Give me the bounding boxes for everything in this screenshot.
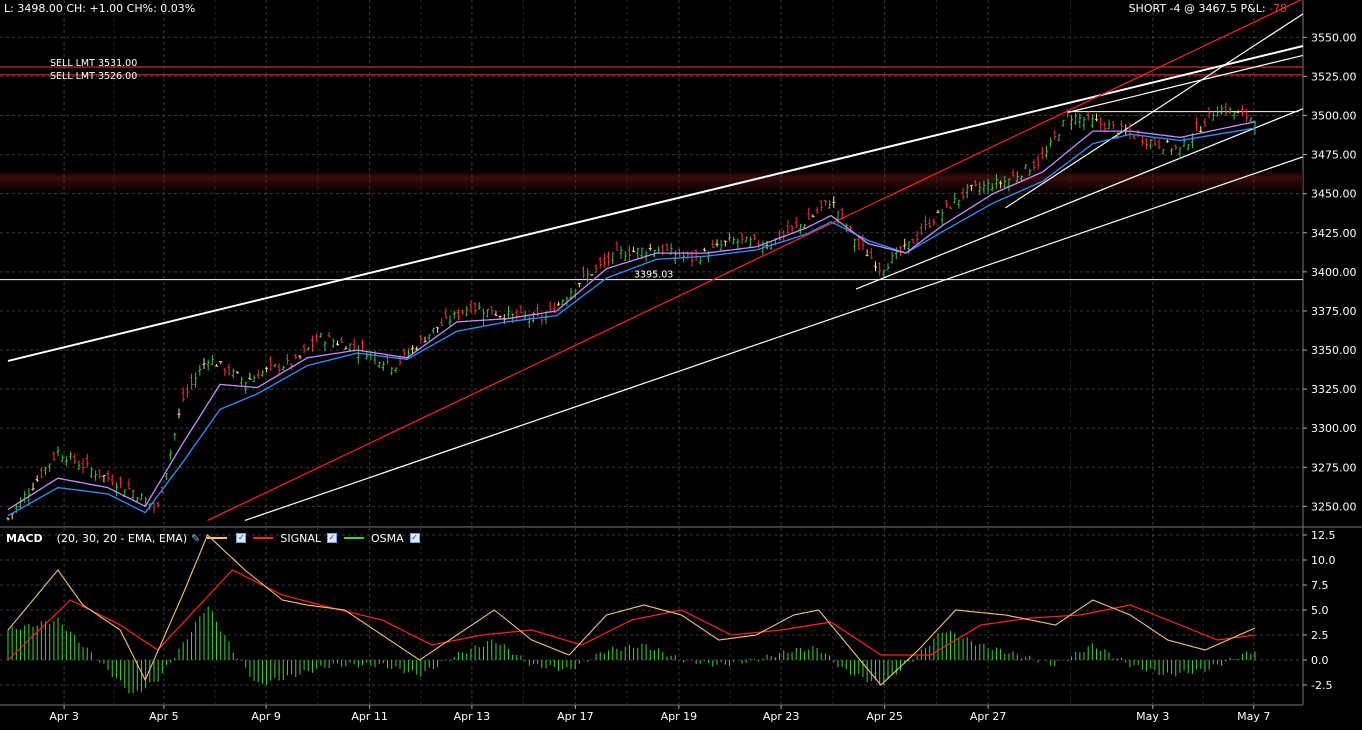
position-summary: SHORT -4 @ 3467.5 P&L: -78 (1129, 2, 1287, 15)
macd-panel (0, 530, 1303, 705)
time-tick-label: Apr 27 (970, 710, 1007, 723)
price-tick-label: 3275.00 (1311, 461, 1357, 474)
price-tick-label: 3250.00 (1311, 500, 1357, 513)
price-tick-label: 3550.00 (1311, 31, 1357, 44)
macd-tick-label: 2.5 (1311, 629, 1329, 642)
macd-swatch (207, 537, 228, 539)
price-tick-label: 3325.00 (1311, 383, 1357, 396)
macd-tick-label: 7.5 (1311, 579, 1329, 592)
time-tick-label: May 7 (1237, 710, 1270, 723)
time-tick-label: Apr 13 (454, 710, 491, 723)
price-tick-label: 3500.00 (1311, 109, 1357, 122)
time-tick-label: Apr 9 (251, 710, 281, 723)
pnl-value: -78 (1269, 2, 1287, 15)
osma-visible-checkbox[interactable]: ✓ (409, 533, 420, 543)
signal-visible-checkbox[interactable]: ✓ (326, 533, 337, 543)
macd-legend: MACD (20, 30, 20 - EMA, EMA) ✎ ✓ SIGNAL … (0, 531, 420, 545)
time-tick-label: Apr 3 (49, 710, 79, 723)
sell-order-label: SELL LMT 3526.00 (50, 71, 137, 82)
edit-indicator-icon[interactable]: ✎ (191, 532, 200, 545)
position-text: SHORT -4 @ 3467.5 P&L: (1128, 2, 1266, 15)
price-tick-label: 3350.00 (1311, 344, 1357, 357)
macd-tick-label: 0.0 (1311, 654, 1329, 667)
trading-chart[interactable]: 3550.00 3525.00 3500.00 3475.00 3450.00 3425.… (0, 0, 1362, 730)
time-tick-label: Apr 11 (351, 710, 388, 723)
macd-legend-params: (20, 30, 20 - EMA, EMA) (56, 531, 188, 545)
price-tick-label: 3375.00 (1311, 305, 1357, 318)
price-summary: L: 3498.00 CH: +1.00 CH%: 0.03% (4, 2, 196, 15)
signal-swatch (253, 537, 274, 539)
osma-swatch (343, 537, 364, 539)
osma-legend-label: OSMA (370, 531, 404, 545)
macd-visible-checkbox[interactable]: ✓ (236, 533, 247, 543)
price-panel (0, 0, 1303, 527)
macd-tick-label: 12.5 (1311, 529, 1336, 542)
macd-tick-label: 5.0 (1311, 604, 1329, 617)
time-tick-label: Apr 25 (866, 710, 903, 723)
resistance-zone (0, 167, 1303, 202)
support-level-label: 3395.03 (634, 270, 673, 281)
macd-legend-name: MACD (6, 531, 43, 545)
price-tick-label: 3400.00 (1311, 266, 1357, 279)
price-tick-label: 3425.00 (1311, 227, 1357, 240)
price-tick-label: 3450.00 (1311, 188, 1357, 201)
time-tick-label: May 3 (1136, 710, 1169, 723)
price-tick-label: 3300.00 (1311, 422, 1357, 435)
time-tick-label: Apr 5 (149, 710, 179, 723)
time-tick-label: Apr 19 (661, 710, 698, 723)
macd-tick-label: 10.0 (1311, 554, 1336, 567)
sell-order-label: SELL LMT 3531.00 (50, 58, 137, 69)
price-tick-label: 3475.00 (1311, 149, 1357, 162)
signal-legend-label: SIGNAL (280, 531, 321, 545)
price-tick-label: 3525.00 (1311, 70, 1357, 83)
macd-tick-label: -2.5 (1311, 679, 1332, 692)
time-tick-label: Apr 17 (557, 710, 594, 723)
time-tick-label: Apr 23 (763, 710, 800, 723)
